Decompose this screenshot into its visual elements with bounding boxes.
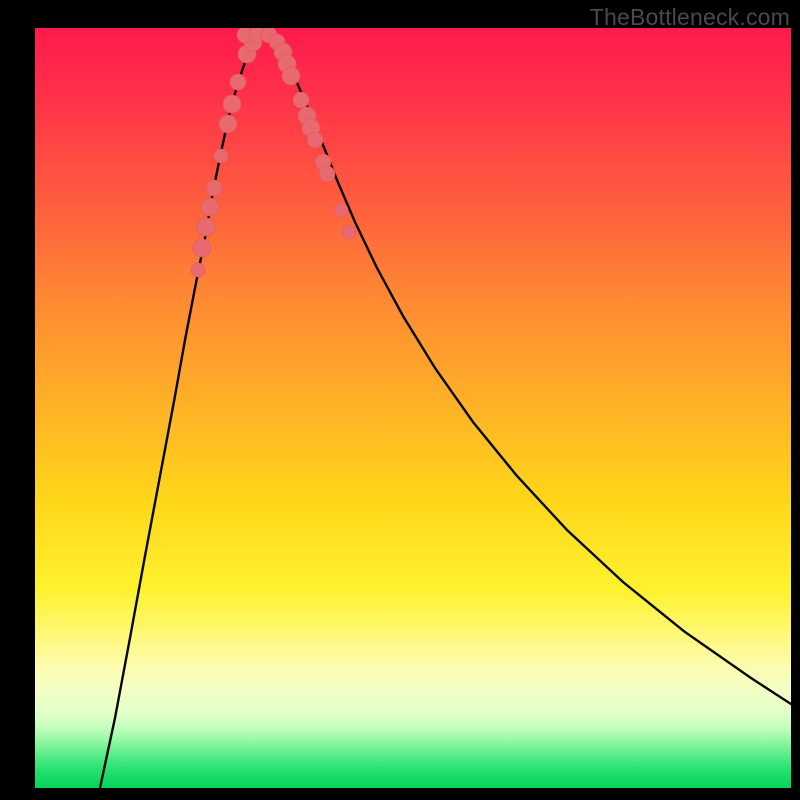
data-marker	[206, 180, 222, 196]
data-marker	[334, 203, 348, 217]
data-marker	[293, 92, 309, 108]
data-marker	[193, 239, 211, 257]
data-marker	[214, 149, 228, 163]
data-marker	[342, 225, 356, 239]
chart-frame: TheBottleneck.com	[0, 0, 800, 800]
data-marker	[282, 67, 300, 85]
data-marker	[319, 166, 335, 182]
data-marker	[191, 263, 205, 277]
data-marker	[219, 115, 237, 133]
watermark-text: TheBottleneck.com	[590, 4, 790, 31]
data-markers	[191, 28, 356, 277]
curve-layer	[35, 28, 791, 788]
data-marker	[307, 132, 323, 148]
plot-area	[35, 28, 791, 788]
bottleneck-curve	[100, 36, 791, 788]
data-marker	[201, 198, 219, 216]
data-marker	[223, 95, 241, 113]
data-marker	[230, 74, 246, 90]
data-marker	[197, 218, 215, 236]
